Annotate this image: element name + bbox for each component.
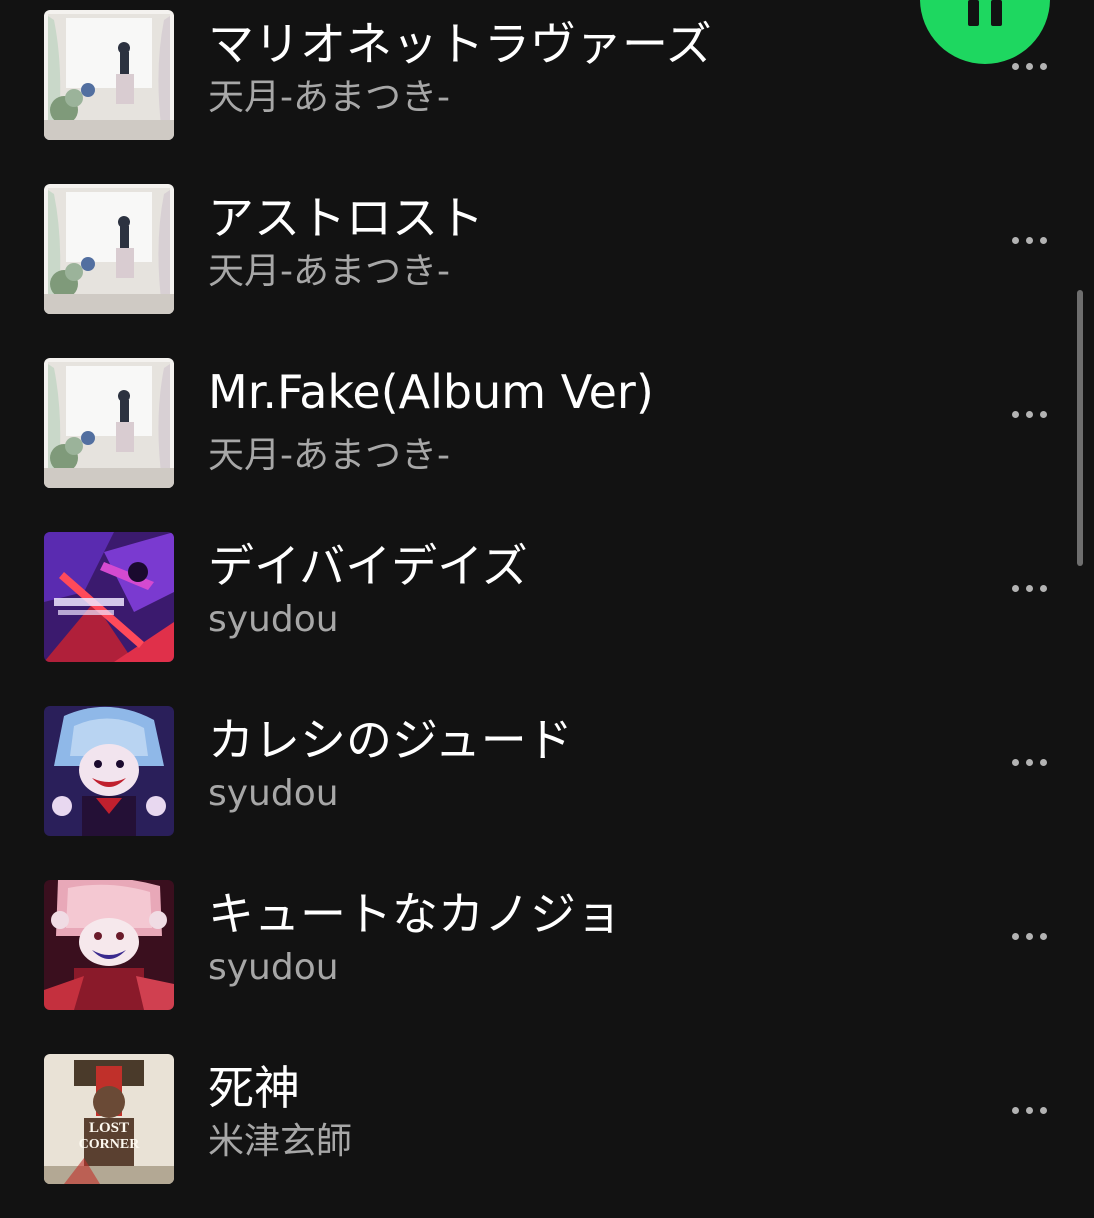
track-artist: syudou (208, 773, 339, 814)
scrollbar[interactable] (1077, 290, 1083, 566)
track-list: マリオネットラヴァーズ 天月-あまつき- アストロスト 天月-あまつき- Mr.… (0, 0, 1094, 1200)
track-title: キュートなカノジョ (208, 887, 622, 941)
album-cover-image (44, 880, 174, 1010)
track-artist: syudou (208, 947, 339, 988)
more-options-icon[interactable] (996, 392, 1062, 436)
album-cover-image (44, 706, 174, 836)
track-title: マリオネットラヴァーズ (208, 17, 712, 71)
track-artist: 米津玄師 (208, 1121, 353, 1162)
track-title: カレシのジュード (208, 713, 573, 767)
album-cover-image: LOST CORNER (44, 1054, 174, 1184)
album-cover-image (44, 358, 174, 488)
track-artist: 天月-あまつき- (208, 251, 450, 292)
more-options-icon[interactable] (996, 914, 1062, 958)
track-title: デイバイデイズ (208, 539, 528, 593)
track-artist: 天月-あまつき- (208, 435, 450, 476)
track-artist: syudou (208, 599, 339, 640)
more-options-icon[interactable] (996, 218, 1062, 262)
track-row[interactable]: アストロスト 天月-あまつき- (0, 174, 1094, 348)
svg-text:CORNER: CORNER (79, 1137, 141, 1152)
more-options-icon[interactable] (996, 566, 1062, 610)
svg-text:LOST: LOST (89, 1120, 129, 1136)
track-row[interactable]: キュートなカノジョ syudou (0, 870, 1094, 1044)
track-row[interactable]: カレシのジュード syudou (0, 696, 1094, 870)
more-options-icon[interactable] (996, 740, 1062, 784)
album-cover-image (44, 532, 174, 662)
track-row[interactable]: Mr.Fake(Album Ver) 天月-あまつき- (0, 348, 1094, 522)
track-title: Mr.Fake(Album Ver) (208, 365, 654, 419)
album-cover-image (44, 10, 174, 140)
track-title: 死神 (208, 1061, 300, 1115)
album-cover-image (44, 184, 174, 314)
track-artist: 天月-あまつき- (208, 77, 450, 118)
track-title: アストロスト (208, 191, 484, 245)
track-row[interactable]: LOST CORNER 死神 米津玄師 (0, 1044, 1094, 1218)
track-row[interactable]: デイバイデイズ syudou (0, 522, 1094, 696)
more-options-icon[interactable] (996, 1088, 1062, 1132)
